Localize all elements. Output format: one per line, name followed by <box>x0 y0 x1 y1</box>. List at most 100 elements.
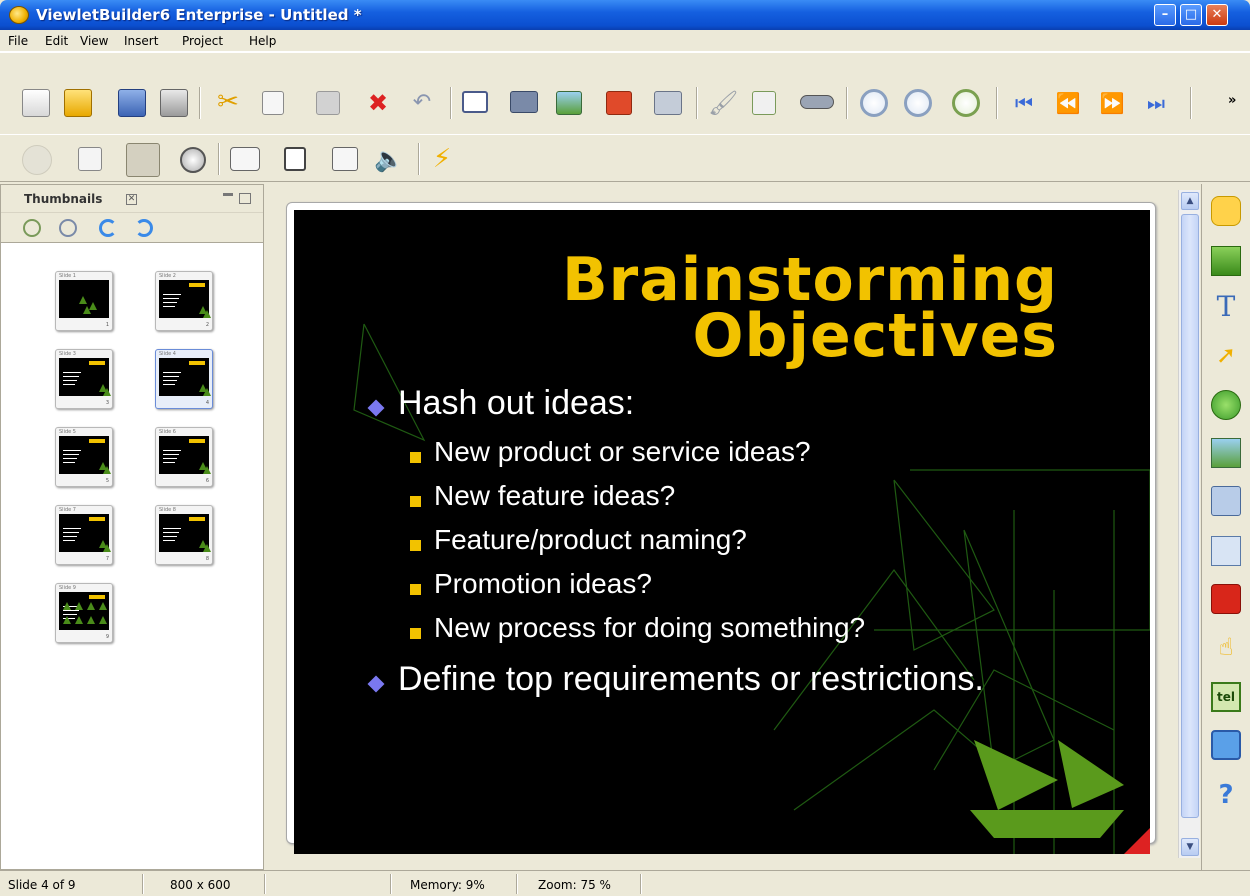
slide-content[interactable]: Brainstorming Objectives Hash out ideas:… <box>294 210 1150 854</box>
minimize-button[interactable]: – <box>1154 4 1176 26</box>
add-slide-icon[interactable] <box>462 91 488 113</box>
thumbnail-text-line <box>63 454 79 455</box>
paste-icon[interactable] <box>316 91 340 115</box>
picture-icon[interactable] <box>1211 438 1241 468</box>
add-ppt-slide-icon[interactable] <box>606 91 632 115</box>
main-toolbar: ✂ ✖ ↶ 🖌 ⏮ ⏪ ⏩ ⏭ » <box>0 52 1250 132</box>
cursor-hide-icon[interactable] <box>180 147 206 173</box>
thumbnail-preview <box>159 514 211 552</box>
menu-insert[interactable]: Insert <box>124 34 158 48</box>
slide-thumbnail[interactable]: Slide 6 6 <box>155 427 213 487</box>
tel-icon[interactable]: tel <box>1211 682 1241 712</box>
thumbnail-number: 4 <box>205 400 209 406</box>
audio-icon[interactable]: 🔈 <box>374 145 404 173</box>
thumbnail-leaf-icon <box>83 306 91 314</box>
undo-icon[interactable]: ↶ <box>408 89 436 117</box>
image-icon[interactable] <box>1211 246 1241 276</box>
thumbnail-text-line <box>163 372 181 373</box>
brush-icon[interactable]: 🖌 <box>708 89 738 117</box>
add-image-slide-icon[interactable] <box>556 91 582 115</box>
zoom-out-icon[interactable] <box>904 89 932 117</box>
button-icon[interactable] <box>1211 486 1241 516</box>
panel-restore-icon[interactable] <box>239 193 251 204</box>
slide-thumbnail[interactable]: Slide 3 3 <box>55 349 113 409</box>
add-quiz-slide-icon[interactable] <box>654 91 682 115</box>
bullet-level1: Hash out ideas: <box>398 384 635 422</box>
rotate-left-icon[interactable] <box>99 219 117 237</box>
panel-minimize-icon[interactable] <box>223 193 233 196</box>
email-icon[interactable] <box>1211 730 1241 760</box>
slide-thumbnail[interactable]: Slide 5 5 <box>55 427 113 487</box>
blank-slide-icon[interactable] <box>284 147 306 171</box>
capture-icon[interactable] <box>510 91 538 113</box>
vertical-scrollbar[interactable]: ▲ ▼ <box>1178 190 1200 858</box>
new-file-icon[interactable] <box>22 89 50 117</box>
pointer-icon[interactable]: ➚ <box>1211 340 1241 370</box>
thumbnail-text-line <box>63 458 77 459</box>
copy-icon[interactable] <box>262 91 284 115</box>
thumbnails-panel: Thumbnails ✕ Slide 1 1 Slide 2 2 Slide 3 3 Sli… <box>0 184 264 870</box>
thumbnails-close-button[interactable]: ✕ <box>126 194 137 205</box>
shape-icon[interactable] <box>1211 390 1241 420</box>
preview-eye-icon[interactable] <box>126 143 160 177</box>
scroll-up-button[interactable]: ▲ <box>1181 192 1199 210</box>
toolbar-overflow-button[interactable]: » <box>1228 93 1236 108</box>
zoom-in-icon[interactable] <box>23 219 41 237</box>
next-slide-icon[interactable]: ⏩ <box>1098 91 1126 119</box>
thumbnail-text-line <box>63 384 75 385</box>
slide-thumbnail[interactable]: Slide 8 8 <box>155 505 213 565</box>
help-icon[interactable]: ? <box>1211 780 1241 810</box>
menu-file[interactable]: File <box>8 34 28 48</box>
movie-icon[interactable] <box>1211 536 1241 566</box>
close-button[interactable]: ✕ <box>1206 4 1228 26</box>
thumbnail-text-line <box>163 458 177 459</box>
thumbnail-text-line <box>163 298 179 299</box>
rotate-right-icon[interactable] <box>135 219 153 237</box>
open-folder-icon[interactable] <box>64 89 92 117</box>
menu-project[interactable]: Project <box>182 34 223 48</box>
zoom-fit-icon[interactable] <box>952 89 980 117</box>
thumbnail-text-line <box>63 372 81 373</box>
maximize-button[interactable]: □ <box>1180 4 1202 26</box>
slide-list-icon[interactable] <box>78 147 102 171</box>
cut-icon[interactable]: ✂ <box>214 89 242 117</box>
thumbnail-text-line <box>163 528 181 529</box>
find-icon[interactable] <box>800 95 834 109</box>
callout-icon[interactable] <box>230 147 260 171</box>
zoom-out-icon[interactable] <box>59 219 77 237</box>
menu-view[interactable]: View <box>80 34 108 48</box>
slide-thumbnail[interactable]: Slide 1 1 <box>55 271 113 331</box>
thumbnail-text-line <box>63 540 75 541</box>
callout-icon[interactable] <box>1211 196 1241 226</box>
publish-lightning-icon[interactable]: ⚡ <box>428 145 456 173</box>
thumbnail-title-mark <box>189 517 205 521</box>
thumbnail-text-line <box>163 384 175 385</box>
thumbnail-leaf-icon <box>75 616 83 624</box>
menu-help[interactable]: Help <box>249 34 276 48</box>
delete-icon[interactable]: ✖ <box>364 89 392 117</box>
first-slide-icon[interactable]: ⏮ <box>1010 91 1038 119</box>
properties-icon[interactable] <box>752 91 776 115</box>
bullet-level2: New product or service ideas? <box>434 436 811 467</box>
slide-properties-icon[interactable] <box>332 147 358 171</box>
slide-thumbnail[interactable]: Slide 4 4 <box>155 349 213 409</box>
slide-thumbnail[interactable]: Slide 2 2 <box>155 271 213 331</box>
print-icon[interactable] <box>160 89 188 117</box>
save-icon[interactable] <box>118 89 146 117</box>
menu-edit[interactable]: Edit <box>45 34 68 48</box>
click-icon[interactable]: ☝ <box>1211 632 1241 662</box>
toolbar-separator <box>996 87 997 119</box>
last-slide-icon[interactable]: ⏭ <box>1142 91 1170 119</box>
thumbnail-text-line <box>163 540 175 541</box>
thumbnail-title-mark <box>89 361 105 365</box>
previous-slide-icon[interactable]: ⏪ <box>1054 91 1082 119</box>
scroll-down-button[interactable]: ▼ <box>1181 838 1199 856</box>
scroll-thumb[interactable] <box>1181 214 1199 818</box>
slide-thumbnail[interactable]: Slide 9 9 <box>55 583 113 643</box>
zoom-in-icon[interactable] <box>860 89 888 117</box>
pause-icon[interactable] <box>1211 584 1241 614</box>
menu-bar: File Edit View Insert Project Help <box>0 30 1250 52</box>
slide-thumbnail[interactable]: Slide 7 7 <box>55 505 113 565</box>
thumbnail-preview <box>59 514 111 552</box>
text-icon[interactable]: T <box>1211 292 1241 322</box>
